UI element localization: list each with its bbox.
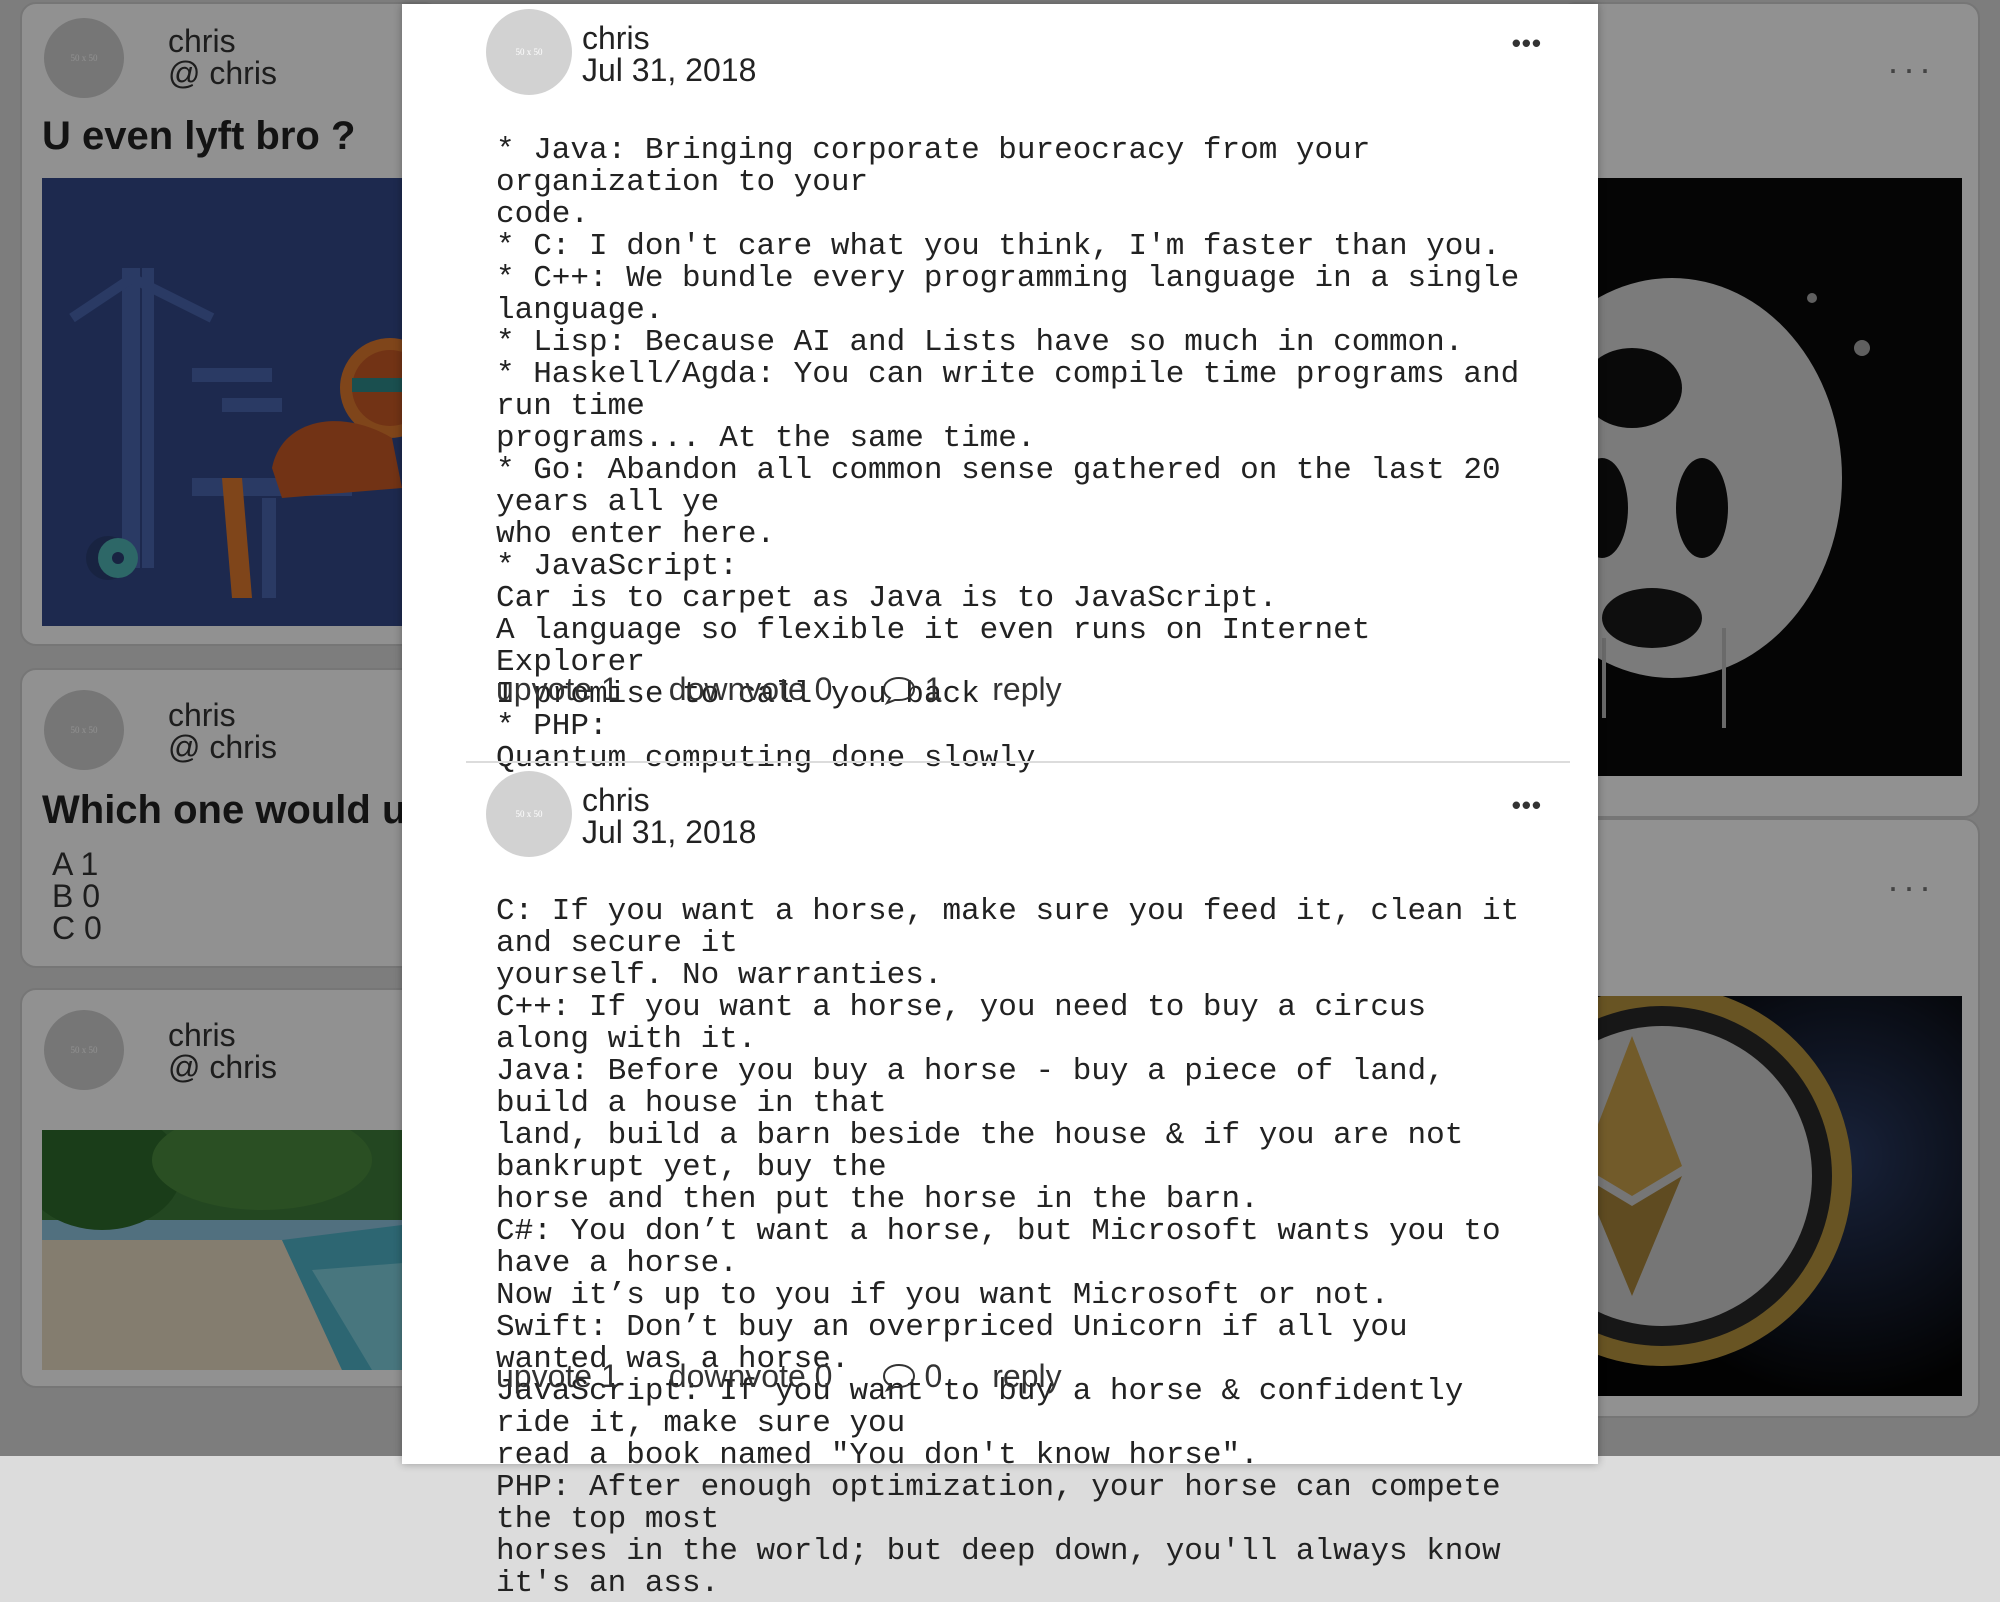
upvote-button[interactable]: upvote 1	[496, 1358, 619, 1395]
avatar[interactable]: 50 x 50	[44, 18, 124, 98]
comment-count: 1	[924, 671, 943, 707]
post-card[interactable]: 50 x 50 chris @ chris U even lyft bro ?	[20, 2, 440, 646]
poll-option[interactable]: C 0	[52, 912, 102, 944]
ethereum-coin-photo-icon	[1562, 996, 1962, 1396]
downvote-button[interactable]: downvote 0	[669, 671, 833, 708]
comments-button[interactable]: 0	[882, 1358, 942, 1395]
avatar[interactable]: 50 x 50	[486, 9, 572, 95]
menu-icon[interactable]: ...	[1888, 40, 1936, 82]
post-card[interactable]: 50 x 50 chris @ chris Which one would u …	[20, 668, 440, 968]
divider	[466, 761, 1570, 763]
ethereum-coin-photo-image[interactable]	[1562, 996, 1962, 1396]
avatar[interactable]: 50 x 50	[44, 690, 124, 770]
more-options-icon[interactable]: •••	[1512, 28, 1542, 59]
comment-count: 0	[924, 1358, 943, 1394]
upvote-button[interactable]: upvote 1	[496, 671, 619, 708]
poll-option[interactable]: B 0	[52, 880, 100, 912]
user-handle[interactable]: @ chris	[168, 730, 277, 764]
username[interactable]: chris	[168, 1018, 236, 1052]
panda-splash-photo-icon	[1562, 178, 1962, 776]
panda-splash-photo-image[interactable]	[1562, 178, 1962, 776]
post-card[interactable]: ...	[1560, 818, 1980, 1418]
post-actions: upvote 1 downvote 0 0 reply	[496, 1358, 1112, 1395]
post-title[interactable]: Which one would u	[42, 788, 406, 833]
poll-option[interactable]: A 1	[52, 848, 98, 880]
reply-button[interactable]: reply	[992, 1358, 1061, 1395]
post-body: C: If you want a horse, make sure you fe…	[496, 894, 1520, 1601]
post-card[interactable]: 50 x 50 chris @ chris	[20, 988, 440, 1388]
more-options-icon[interactable]: •••	[1512, 790, 1542, 821]
reply-button[interactable]: reply	[992, 671, 1061, 708]
speech-bubble-icon	[883, 676, 916, 705]
post-title[interactable]: U even lyft bro ?	[42, 114, 355, 159]
gym-illustration-image[interactable]	[42, 178, 438, 626]
speech-bubble-icon	[883, 1363, 916, 1392]
user-handle[interactable]: @ chris	[168, 56, 277, 90]
comments-button[interactable]: 1	[882, 671, 942, 708]
menu-icon[interactable]: ...	[1888, 858, 1936, 900]
gym-illustration-icon	[42, 178, 438, 626]
post-date: Jul 31, 2018	[582, 52, 757, 88]
post-actions: upvote 1 downvote 0 1 reply	[496, 671, 1112, 708]
beach-photo-image[interactable]	[42, 1130, 438, 1370]
avatar[interactable]: 50 x 50	[486, 771, 572, 857]
downvote-button[interactable]: downvote 0	[669, 1358, 833, 1395]
user-handle[interactable]: @ chris	[168, 1050, 277, 1084]
post-card[interactable]: ...	[1560, 2, 1980, 818]
avatar[interactable]: 50 x 50	[44, 1010, 124, 1090]
username[interactable]: chris	[168, 24, 236, 58]
post-date: Jul 31, 2018	[582, 814, 757, 850]
beach-photo-icon	[42, 1130, 438, 1370]
comments-modal: 50 x 50 chris Jul 31, 2018 ••• * Java: B…	[402, 4, 1598, 1600]
username[interactable]: chris	[168, 698, 236, 732]
